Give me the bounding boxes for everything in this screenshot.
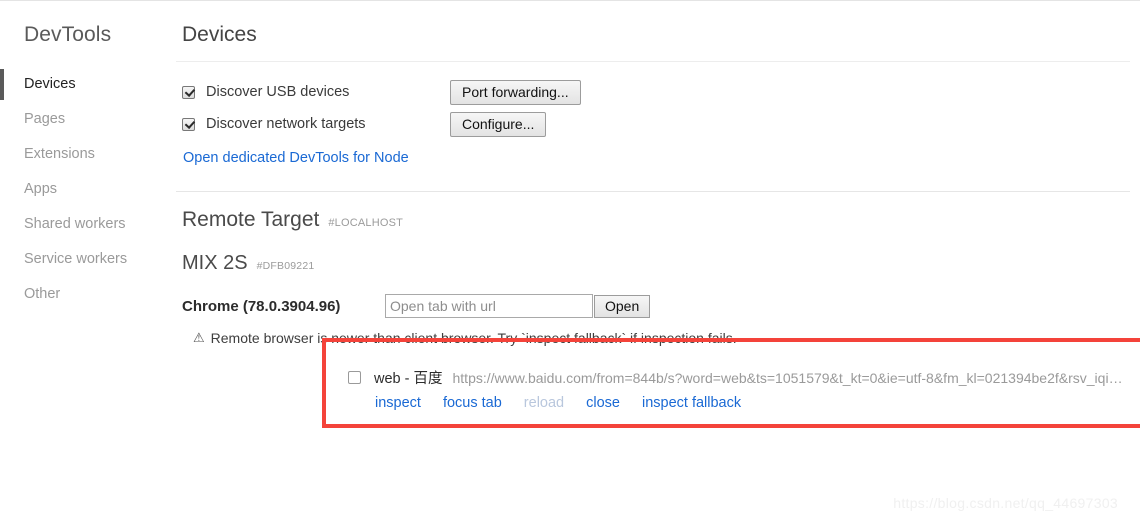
- inspect-fallback-link[interactable]: inspect fallback: [642, 395, 741, 411]
- target-tab-title: web - 百度: [374, 371, 443, 387]
- target-title-row: web - 百度 https://www.baidu.com/from=844b…: [348, 367, 1130, 388]
- sidebar: DevTools Devices Pages Extensions Apps S…: [0, 1, 170, 523]
- open-tab-button[interactable]: Open: [594, 294, 651, 318]
- sidebar-item-devices[interactable]: Devices: [0, 67, 170, 102]
- sidebar-item-label: Shared workers: [24, 216, 126, 232]
- main-content: Devices Discover USB devices Port forwar…: [170, 1, 1140, 523]
- target-list-item: web - 百度 https://www.baidu.com/from=844b…: [348, 367, 1130, 411]
- remote-target-section: Remote Target #LOCALHOST MIX 2S #DFB0922…: [176, 192, 1140, 346]
- discover-usb-devices-checkbox-label[interactable]: Discover USB devices: [182, 84, 450, 100]
- target-tab-url: https://www.baidu.com/from=844b/s?word=w…: [452, 369, 1131, 386]
- watermark: https://blog.csdn.net/qq_44697303: [893, 495, 1118, 511]
- reload-link: reload: [523, 395, 565, 411]
- network-discovery-row: Discover network targets Configure...: [182, 108, 1140, 140]
- remote-target-heading: Remote Target #LOCALHOST: [182, 208, 1140, 232]
- open-tab-url-input[interactable]: [385, 294, 593, 318]
- port-forwarding-button[interactable]: Port forwarding...: [450, 79, 581, 105]
- sidebar-item-shared-workers[interactable]: Shared workers: [0, 207, 170, 242]
- remote-target-host-id: #LOCALHOST: [328, 217, 404, 229]
- checkbox-icon[interactable]: [182, 85, 195, 99]
- browser-name: Chrome (78.0.3904.96): [182, 297, 341, 315]
- page-title: Devices: [182, 23, 257, 46]
- sidebar-item-label: Other: [24, 286, 61, 302]
- sidebar-item-label: Pages: [24, 111, 66, 127]
- device-serial: #DFB09221: [256, 260, 315, 272]
- app-title: DevTools: [24, 23, 112, 46]
- configure-button[interactable]: Configure...: [450, 111, 547, 137]
- inspect-link[interactable]: inspect: [375, 395, 421, 411]
- focus-tab-link[interactable]: focus tab: [443, 395, 502, 411]
- remote-target-title: Remote Target: [182, 208, 320, 231]
- device-name: MIX 2S: [182, 252, 248, 274]
- discover-network-targets-label: Discover network targets: [206, 116, 366, 132]
- warning-triangle-icon: ⚠: [193, 330, 205, 345]
- sidebar-item-label: Apps: [24, 181, 58, 197]
- open-dedicated-devtools-for-node-link[interactable]: Open dedicated DevTools for Node: [183, 150, 409, 166]
- browser-row: Chrome (78.0.3904.96) Open: [182, 294, 1140, 318]
- sidebar-item-pages[interactable]: Pages: [0, 102, 170, 137]
- sidebar-item-apps[interactable]: Apps: [0, 172, 170, 207]
- target-actions: inspect focus tab reload close inspect f…: [375, 395, 1130, 411]
- discovery-settings: Discover USB devices Port forwarding... …: [176, 62, 1140, 175]
- checkbox-icon[interactable]: [182, 117, 195, 131]
- sidebar-item-label: Service workers: [24, 251, 128, 267]
- discover-usb-devices-label: Discover USB devices: [206, 84, 350, 100]
- discover-network-targets-checkbox-label[interactable]: Discover network targets: [182, 116, 450, 132]
- sidebar-item-label: Devices: [24, 76, 76, 92]
- target-select-checkbox[interactable]: [348, 371, 361, 384]
- sidebar-item-extensions[interactable]: Extensions: [0, 137, 170, 172]
- close-link[interactable]: close: [586, 395, 620, 411]
- device-heading: MIX 2S #DFB09221: [182, 252, 1140, 275]
- sidebar-item-other[interactable]: Other: [0, 277, 170, 312]
- sidebar-item-label: Extensions: [24, 146, 95, 162]
- sidebar-item-service-workers[interactable]: Service workers: [0, 242, 170, 277]
- usb-discovery-row: Discover USB devices Port forwarding...: [182, 76, 1140, 108]
- devtools-inspect-page: DevTools Devices Pages Extensions Apps S…: [0, 0, 1140, 523]
